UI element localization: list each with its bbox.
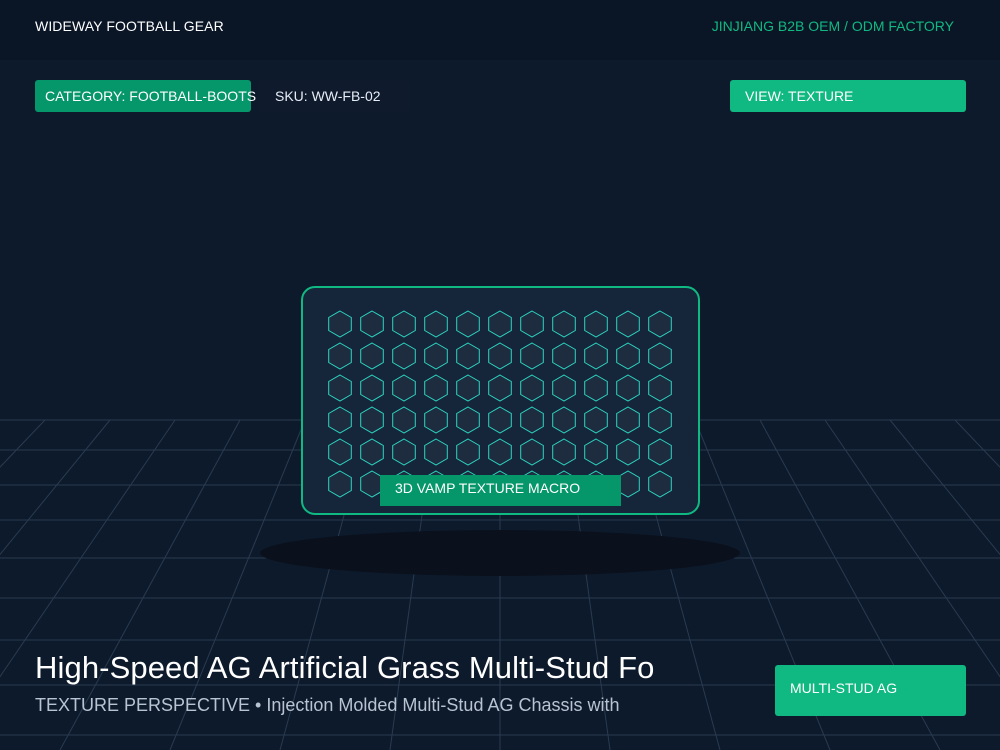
hexagon-icon xyxy=(520,406,544,434)
hexagon-icon xyxy=(616,342,640,370)
hexagon-icon xyxy=(328,438,352,466)
hexagon-icon xyxy=(328,470,352,498)
hexagon-icon xyxy=(328,342,352,370)
hexagon-icon xyxy=(552,310,576,338)
hexagon-icon xyxy=(456,374,480,402)
hexagon-icon xyxy=(392,310,416,338)
hexagon-icon xyxy=(648,342,672,370)
hexagon-icon xyxy=(552,342,576,370)
hexagon-icon xyxy=(520,374,544,402)
hexagon-icon xyxy=(456,406,480,434)
hexagon-icon xyxy=(392,342,416,370)
hexagon-icon xyxy=(424,310,448,338)
hexagon-icon xyxy=(392,406,416,434)
hexagon-icon xyxy=(584,406,608,434)
texture-macro-label: 3D VAMP TEXTURE MACRO xyxy=(380,475,621,506)
hexagon-icon xyxy=(456,342,480,370)
hexagon-icon xyxy=(360,310,384,338)
hexagon-icon xyxy=(584,342,608,370)
hexagon-icon xyxy=(616,406,640,434)
hexagon-icon xyxy=(520,342,544,370)
hexagon-icon xyxy=(424,374,448,402)
hexagon-icon xyxy=(360,342,384,370)
product-title: High-Speed AG Artificial Grass Multi-Stu… xyxy=(35,650,655,685)
hexagon-icon xyxy=(552,406,576,434)
hexagon-icon xyxy=(648,374,672,402)
hexagon-icon xyxy=(584,310,608,338)
hexagon-icon xyxy=(648,310,672,338)
hexagon-icon xyxy=(424,406,448,434)
hexagon-icon xyxy=(488,374,512,402)
hexagon-icon xyxy=(616,438,640,466)
hexagon-icon xyxy=(648,438,672,466)
hexagon-icon xyxy=(488,438,512,466)
hexagon-icon xyxy=(648,406,672,434)
hexagon-icon xyxy=(392,438,416,466)
hexagon-icon xyxy=(328,406,352,434)
hexagon-icon xyxy=(360,374,384,402)
hexagon-icon xyxy=(552,438,576,466)
hexagon-icon xyxy=(584,438,608,466)
hexagon-icon xyxy=(488,310,512,338)
hexagon-icon xyxy=(488,406,512,434)
hexagon-icon xyxy=(520,310,544,338)
hexagon-icon xyxy=(456,438,480,466)
product-subtitle: TEXTURE PERSPECTIVE • Injection Molded M… xyxy=(35,695,620,715)
hexagon-icon xyxy=(520,438,544,466)
hexagon-icon xyxy=(456,310,480,338)
hexagon-icon xyxy=(360,406,384,434)
multi-stud-badge[interactable]: MULTI-STUD AG xyxy=(775,665,966,716)
hexagon-icon xyxy=(648,470,672,498)
hexagon-icon xyxy=(616,374,640,402)
hexagon-icon xyxy=(616,310,640,338)
hexagon-icon xyxy=(488,342,512,370)
hexagon-texture-grid xyxy=(328,310,672,498)
hexagon-icon xyxy=(584,374,608,402)
hexagon-icon xyxy=(360,438,384,466)
hexagon-icon xyxy=(328,374,352,402)
hexagon-icon xyxy=(328,310,352,338)
hexagon-icon xyxy=(424,342,448,370)
hexagon-icon xyxy=(552,374,576,402)
hexagon-icon xyxy=(392,374,416,402)
hexagon-icon xyxy=(424,438,448,466)
